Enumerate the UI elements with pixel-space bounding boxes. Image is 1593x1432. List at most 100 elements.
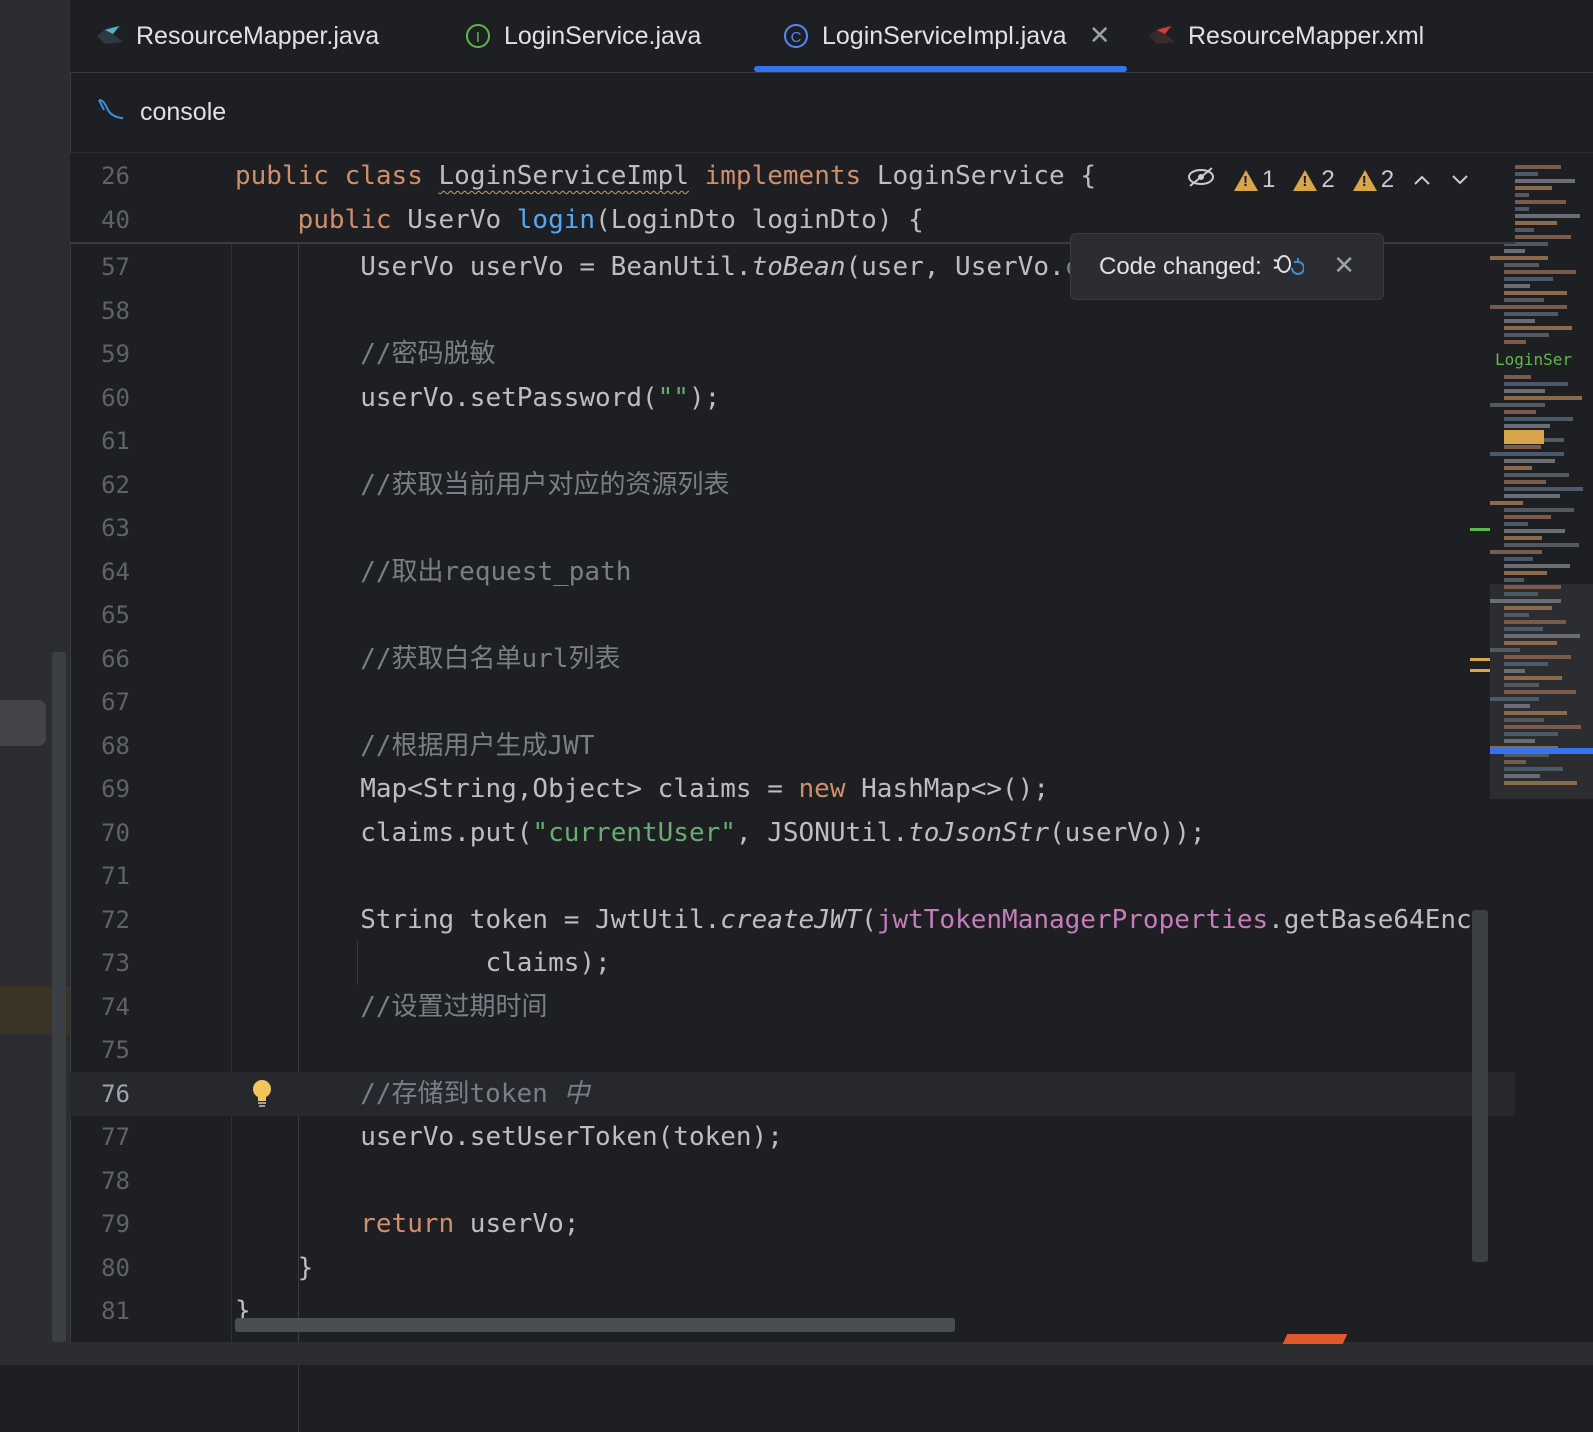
lightbulb-icon[interactable] [250, 1078, 274, 1117]
code-line: String token = JwtUtil.createJWT(jwtToke… [235, 898, 1487, 942]
line-number: 69 [101, 775, 130, 803]
line-number: 75 [101, 1036, 130, 1064]
code-row[interactable]: 66 //获取白名单url列表 [70, 637, 1515, 681]
code-row[interactable]: 60 userVo.setPassword(""); [70, 376, 1515, 420]
warning-marker[interactable] [1470, 658, 1490, 661]
line-number: 73 [101, 949, 130, 977]
code-row[interactable]: 67 [70, 680, 1515, 724]
code-token: login [516, 205, 596, 235]
code-line: //获取白名单url列表 [235, 637, 620, 681]
minimap-line [1504, 529, 1565, 533]
minimap-line [1490, 452, 1564, 456]
minimap-line [1504, 410, 1536, 414]
tab-resourcemapper-java[interactable]: ResourceMapper.java [94, 0, 379, 72]
warning-count-1[interactable]: 1 [1234, 166, 1275, 194]
status-strip [0, 1342, 1593, 1365]
code-row[interactable]: 69 Map<String,Object> claims = new HashM… [70, 767, 1515, 811]
code-row[interactable]: 74 //设置过期时间 [70, 985, 1515, 1029]
code-line: claims.put("currentUser", JSONUtil.toJso… [235, 811, 1205, 855]
code-line: userVo.setPassword(""); [235, 376, 720, 420]
tool-window-selected[interactable] [0, 700, 46, 746]
code-token: ); [688, 382, 721, 413]
warning-marker[interactable] [1470, 669, 1490, 672]
code-row[interactable]: 71 [70, 854, 1515, 898]
minimap-line [1504, 704, 1530, 708]
line-number: 70 [101, 818, 130, 847]
tab-loginservice-java[interactable]: I LoginService.java [462, 0, 701, 72]
left-scrollbar[interactable] [52, 652, 66, 1342]
code-row[interactable]: 61 [70, 419, 1515, 463]
tab-loginserviceimpl-java[interactable]: C LoginServiceImpl.java ✕ [754, 0, 1127, 72]
code-token: //根据用户生成JWT [235, 730, 595, 761]
minimap-line [1504, 466, 1532, 470]
code-line: //获取当前用户对应的资源列表 [235, 463, 729, 507]
code-editor[interactable]: 26 public class LoginServiceImpl implemen… [70, 154, 1515, 1432]
line-number: 57 [101, 253, 130, 281]
code-line: Map<String,Object> claims = new HashMap<… [235, 767, 1049, 811]
minimap-line [1504, 508, 1574, 512]
minimap-line [1504, 333, 1549, 337]
code-row[interactable]: 75 [70, 1028, 1515, 1072]
code-row[interactable]: 65 [70, 593, 1515, 637]
change-marker[interactable] [1470, 528, 1490, 531]
code-row[interactable]: 64 //取出request_path [70, 550, 1515, 594]
chevron-up-icon[interactable] [1412, 166, 1432, 194]
code-row[interactable]: 70 claims.put("currentUser", JSONUtil.to… [70, 811, 1515, 855]
warning-icon [1293, 169, 1318, 191]
code-row[interactable]: 63 [70, 506, 1515, 550]
minimap-line [1490, 697, 1539, 701]
chevron-down-icon[interactable] [1450, 166, 1470, 194]
code-token: ( [861, 904, 877, 935]
line-number: 59 [101, 340, 130, 368]
minimap-line [1504, 739, 1535, 743]
vertical-scrollbar[interactable] [1472, 910, 1488, 1262]
line-number: 76 [101, 1079, 130, 1108]
minimap-line [1504, 417, 1573, 421]
svg-text:I: I [476, 29, 480, 46]
horizontal-scrollbar[interactable] [235, 1318, 955, 1332]
minimap-line [1504, 718, 1544, 722]
code-row[interactable]: 59 //密码脱敏 [70, 332, 1515, 376]
tab-label: ResourceMapper.xml [1188, 21, 1425, 50]
warning-count-2[interactable]: 2 [1293, 166, 1335, 194]
reader-mode-icon[interactable] [1186, 166, 1216, 195]
line-number: 26 [101, 162, 130, 190]
status-indicator [1282, 1334, 1348, 1344]
tab-label: ResourceMapper.java [136, 21, 380, 50]
inspection-widget[interactable]: 1 2 2 [1186, 160, 1470, 200]
code-row[interactable]: 78 [70, 1159, 1515, 1203]
code-row[interactable]: 68 //根据用户生成JWT [70, 724, 1515, 768]
current-code-line[interactable]: 76 //存储到token 中 [70, 1071, 1515, 1117]
database-console-icon [96, 96, 126, 129]
close-icon[interactable]: ✕ [1089, 20, 1111, 51]
code-row[interactable]: 80 } [70, 1246, 1515, 1290]
svg-text:C: C [791, 29, 802, 46]
debug-reload-icon[interactable] [1272, 248, 1305, 285]
code-line: public UserVo login(LoginDto loginDto) { [235, 198, 924, 242]
code-row[interactable]: 77 userVo.setUserToken(token); [70, 1115, 1515, 1159]
popup-text: Code changed: [1099, 252, 1262, 280]
more-tabs-icon[interactable]: ⋮ [1583, 8, 1593, 34]
minimap-line [1504, 606, 1552, 610]
close-icon[interactable]: ✕ [1333, 250, 1355, 281]
minimap-line [1504, 564, 1570, 568]
minimap-line [1504, 319, 1535, 323]
tab-label: LoginServiceImpl.java [822, 21, 1067, 50]
code-token: new [798, 774, 846, 804]
warning-count-3[interactable]: 2 [1352, 166, 1394, 194]
line-number: 60 [101, 383, 130, 412]
tab-resourcemapper-xml[interactable]: ResourceMapper.xml [1146, 0, 1424, 72]
minimap-line [1504, 578, 1524, 582]
breadcrumb-label[interactable]: console [140, 98, 226, 127]
code-row[interactable]: 72 String token = JwtUtil.createJWT(jwtT… [70, 898, 1515, 942]
line-number: 58 [101, 296, 130, 325]
minimap-line [1490, 403, 1545, 407]
line-number: 79 [101, 1210, 130, 1238]
code-row[interactable]: 79 return userVo; [70, 1202, 1515, 1246]
minimap-line [1504, 676, 1562, 680]
code-row[interactable]: 62 //获取当前用户对应的资源列表 [70, 463, 1515, 507]
code-row[interactable]: 73 claims); [70, 941, 1515, 985]
minimap[interactable]: LoginSer [1490, 154, 1593, 804]
